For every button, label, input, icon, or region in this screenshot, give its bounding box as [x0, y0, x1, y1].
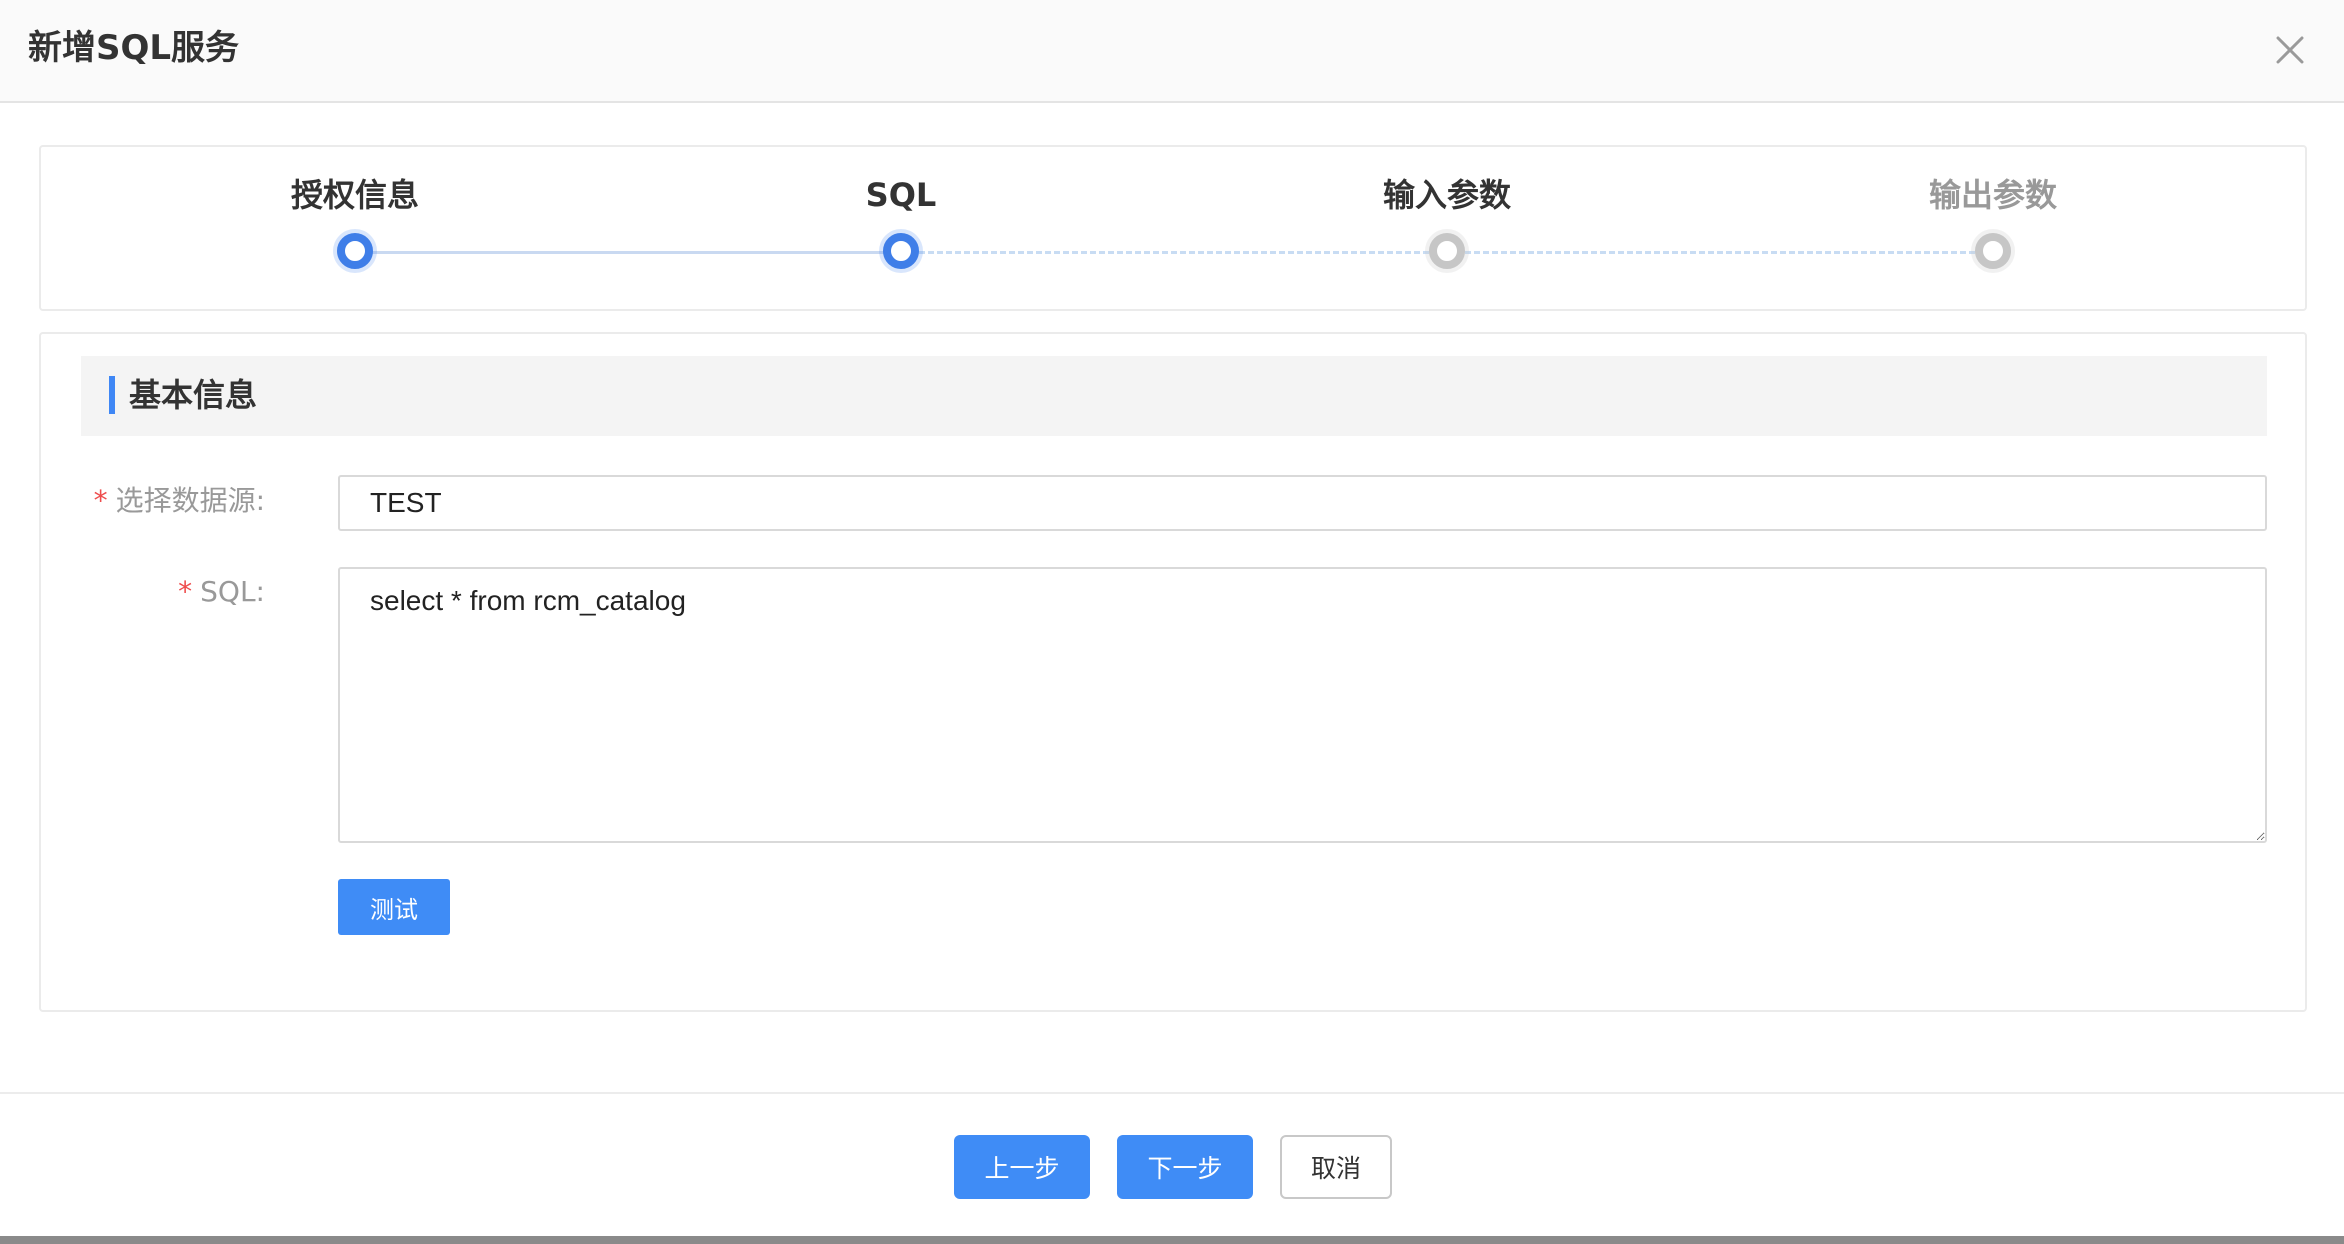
close-button[interactable]: [2270, 30, 2310, 70]
step-authorization: 授权信息: [205, 147, 505, 313]
step-sql: SQL: [751, 147, 1051, 313]
next-step-button[interactable]: 下一步: [1117, 1135, 1253, 1199]
step-dot-pending: [1975, 233, 2011, 269]
dialog-footer: 上一步 下一步 取消: [0, 1092, 2344, 1234]
step-label: SQL: [865, 176, 937, 214]
step-label: 输出参数: [1928, 176, 2057, 214]
step-label: 输入参数: [1382, 176, 1511, 214]
dialog-title: 新增SQL服务: [28, 28, 240, 68]
test-button[interactable]: 测试: [338, 879, 450, 935]
prev-step-button[interactable]: 上一步: [954, 1135, 1090, 1199]
datasource-label-text: 选择数据源:: [115, 484, 265, 517]
sql-textarea[interactable]: select * from rcm_catalog: [338, 567, 2267, 843]
form-panel: 基本信息 *选择数据源: *SQL: select * from rcm_cat…: [39, 332, 2307, 1012]
step-dot-done: [337, 233, 373, 269]
required-mark: *: [93, 484, 108, 517]
step-dot-pending: [1429, 233, 1465, 269]
datasource-label: * 选择数据源:: [94, 481, 265, 521]
step-input-params: 输入参数: [1297, 147, 1597, 313]
bottom-strip: [0, 1236, 2344, 1244]
section-title: 基本信息: [129, 376, 258, 414]
section-accent-bar: [109, 376, 115, 414]
dialog-header: 新增SQL服务: [0, 0, 2344, 103]
step-output-params: 输出参数: [1843, 147, 2143, 313]
step-label: 授权信息: [290, 176, 419, 214]
cancel-button[interactable]: 取消: [1280, 1135, 1392, 1199]
section-header: 基本信息: [81, 356, 2267, 436]
sql-label: * SQL:: [178, 572, 265, 612]
datasource-select[interactable]: [338, 475, 2267, 531]
close-icon: [2276, 36, 2304, 64]
step-dot-active: [883, 233, 919, 269]
required-mark: *: [178, 575, 193, 608]
steps-panel: 授权信息 SQL 输入参数 输出参数: [39, 145, 2307, 311]
add-sql-service-dialog: 新增SQL服务 授权信息 SQL 输入参数 输出参数 基本信息 * 选择数据源:…: [0, 0, 2344, 1244]
sql-label-text: SQL:: [200, 575, 265, 608]
